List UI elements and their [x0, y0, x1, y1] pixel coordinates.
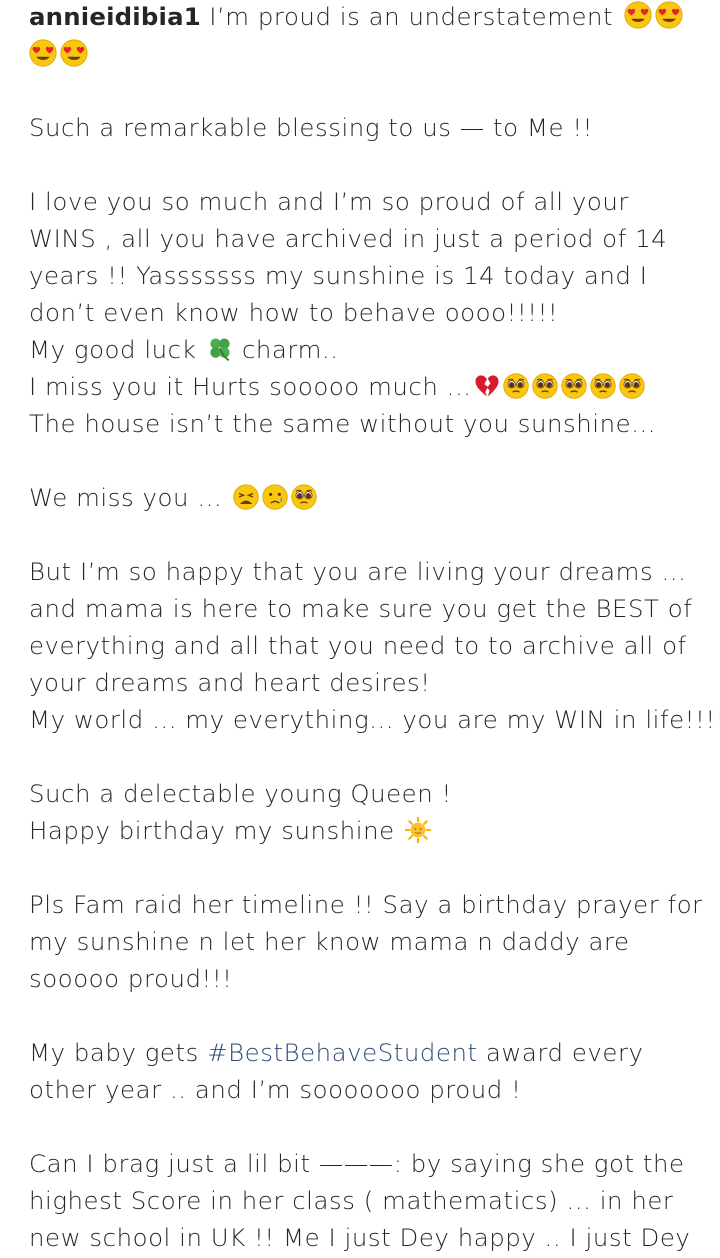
caption-line-1: annieidibia1 I’m proud is an understatem… — [29, 0, 712, 40]
heart-eyes-icon — [622, 0, 653, 40]
heart-eyes-icon — [27, 38, 58, 78]
caption-line: and mama is here to make sure you get th… — [29, 594, 693, 623]
caption-line: We miss you ... — [29, 479, 712, 521]
caption-text: My baby gets — [29, 1038, 199, 1067]
username-link[interactable]: annieidibia1 — [29, 2, 201, 31]
caption-text: My good luck — [29, 335, 197, 364]
heart-eyes-icon — [58, 38, 89, 78]
caption-line: I miss you it Hurts sooooo much ... — [29, 368, 712, 410]
hashtag-link[interactable]: #BestBehaveStudent — [207, 1038, 477, 1067]
sun-icon — [403, 816, 432, 854]
caption-line: Pls Fam raid her timeline !! Say a birth… — [29, 890, 703, 919]
caption-text: Happy birthday my sunshine — [29, 816, 395, 845]
caption-line: The house isn’t the same without you sun… — [29, 409, 657, 438]
caption-line: new school in UK !! Me I just Dey happy … — [29, 1223, 691, 1252]
post-caption: annieidibia1 I’m proud is an understatem… — [0, 0, 720, 1258]
caption-line: other year .. and I’m sooooooo proud ! — [29, 1075, 522, 1104]
caption-line: I love you so much and I’m so proud of a… — [29, 187, 629, 216]
caption-text: We miss you ... — [29, 483, 223, 512]
weary-face-icon — [231, 483, 260, 521]
caption-line: Such a delectable young Queen ! — [29, 779, 452, 808]
caption-text: I’m proud is an understatement — [200, 2, 614, 31]
caption-line-2 — [29, 36, 712, 78]
caption-line: Such a remarkable blessing to us — to Me… — [29, 113, 594, 142]
caption-line: highest Score in her class ( mathematics… — [29, 1186, 674, 1215]
caption-line: My world ... my everything... you are my… — [29, 705, 720, 734]
pleading-face-icon — [289, 483, 318, 521]
caption-line: My good luck charm.. — [29, 331, 712, 373]
caption-text: award every — [477, 1038, 644, 1067]
caption-line: Happy birthday my sunshine — [29, 812, 712, 854]
caption-line: years !! Yasssssss my sunshine is 14 tod… — [29, 261, 648, 290]
caption-text: charm.. — [241, 335, 339, 364]
caption-line: But I’m so happy that you are living you… — [29, 557, 687, 586]
caption-line: Can I brag just a lil bit ———: by saying… — [29, 1149, 685, 1178]
caption-line: my sunshine n let her know mama n daddy … — [29, 927, 630, 956]
caption-line: your dreams and heart desires! — [29, 668, 431, 697]
heart-eyes-icon — [653, 0, 684, 40]
caption-line: everything and all that you need to to a… — [29, 631, 687, 660]
caption-line: My baby gets #BestBehaveStudent award ev… — [29, 1034, 712, 1071]
caption-line: WINS , all you have archived in just a p… — [29, 224, 668, 253]
caption-line: don’t even know how to behave oooo!!!!! — [29, 298, 559, 327]
crying-face-icon — [260, 483, 289, 521]
caption-line: sooooo proud!!! — [29, 964, 233, 993]
caption-text: I miss you it Hurts sooooo much ... — [29, 372, 472, 401]
